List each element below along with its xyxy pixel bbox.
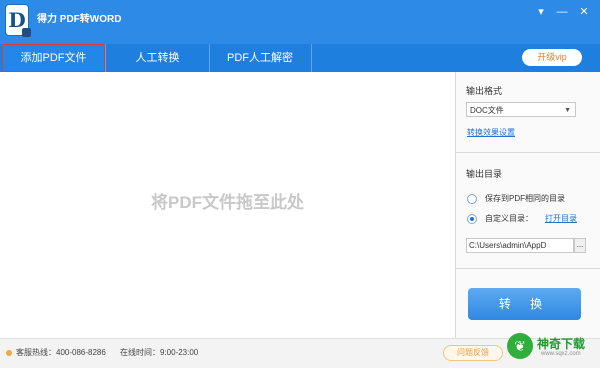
app-title: 得力 PDF转WORD [37, 14, 122, 25]
output-format-select[interactable]: DOC文件 ▼ [466, 102, 576, 117]
drop-hint: 将PDF文件拖至此处 [151, 193, 304, 212]
title-bar: D 得力 PDF转WORD ▾ — ✕ [0, 0, 600, 44]
hotline-text: 客服热线：400-086-8286 [16, 348, 106, 357]
minimize-button[interactable]: — [555, 6, 569, 18]
file-drop-zone[interactable]: 将PDF文件拖至此处 [0, 72, 456, 338]
output-dir-label: 输出目录 [466, 169, 503, 179]
radio-same-dir-label: 保存到PDF相同的目录 [485, 194, 565, 203]
watermark-brand: 神奇下载 [537, 337, 586, 351]
chevron-down-icon: ▼ [564, 107, 571, 114]
convert-button[interactable]: 转 换 [468, 288, 581, 320]
upgrade-vip-button[interactable]: 开级vip [522, 49, 582, 66]
watermark-url: www.sqxz.com [541, 351, 581, 357]
radio-same-dir[interactable] [467, 194, 477, 204]
watermark: ❦ 神奇下载 www.sqxz.com [503, 327, 600, 367]
tab-add-pdf[interactable]: 添加PDF文件 [2, 44, 105, 72]
app-logo-icon: D [6, 5, 31, 37]
divider [456, 268, 600, 269]
divider [456, 152, 600, 153]
conversion-settings-link[interactable]: 转换效果设置 [467, 127, 515, 138]
radio-custom-dir[interactable] [467, 214, 477, 224]
service-hours-text: 在线时间：9:00-23:00 [120, 348, 199, 357]
dropdown-menu-icon[interactable]: ▾ [534, 6, 548, 18]
tab-pdf-decrypt[interactable]: PDF人工解密 [209, 44, 312, 72]
feedback-button[interactable]: 问题反馈 [443, 345, 503, 361]
browse-button[interactable]: ... [574, 238, 586, 253]
tab-manual-convert[interactable]: 人工转换 [105, 44, 210, 72]
output-format-label: 输出格式 [466, 86, 503, 96]
open-dir-link[interactable]: 打开目录 [545, 213, 577, 224]
close-button[interactable]: ✕ [577, 6, 591, 18]
output-format-value: DOC文件 [470, 106, 504, 115]
leaf-icon: ❦ [507, 333, 533, 359]
tab-bar: 添加PDF文件 人工转换 PDF人工解密 开级vip [0, 44, 600, 72]
hotline-icon [6, 350, 12, 356]
output-path-field[interactable]: C:\Users\admin\AppD [466, 238, 574, 253]
radio-custom-dir-label: 自定义目录： [485, 214, 533, 223]
settings-panel: 输出格式 DOC文件 ▼ 转换效果设置 输出目录 保存到PDF相同的目录 自定义… [456, 72, 600, 338]
